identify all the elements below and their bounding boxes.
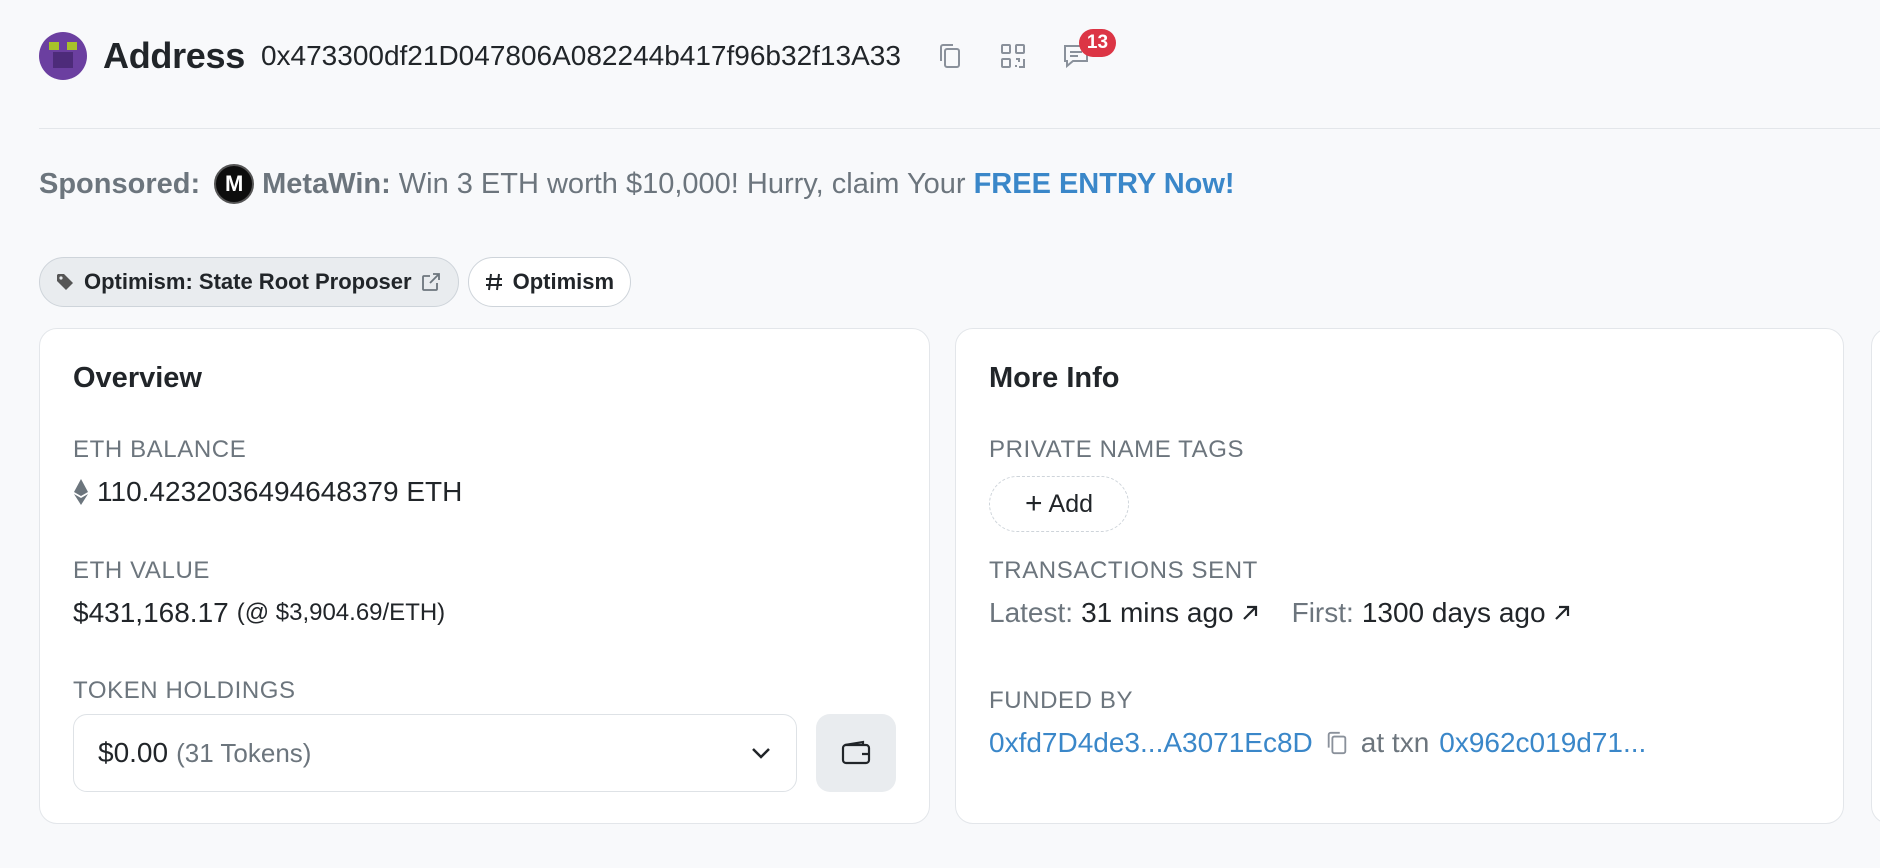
private-tags-label: PRIVATE NAME TAGS <box>989 436 1245 463</box>
sponsor-brand: MetaWin: <box>262 167 391 200</box>
eth-value-label: ETH VALUE <box>73 557 210 584</box>
page-title: Address <box>103 35 245 76</box>
qr-code-icon[interactable] <box>998 41 1028 71</box>
chevron-down-icon <box>750 746 772 760</box>
copy-icon[interactable] <box>935 41 965 71</box>
eth-balance-label: ETH BALANCE <box>73 436 247 463</box>
token-value: $0.00 <box>98 737 169 768</box>
copy-icon[interactable] <box>1325 730 1349 756</box>
tag-optimism[interactable]: Optimism <box>467 257 632 307</box>
token-count: (31 Tokens) <box>176 737 312 768</box>
add-private-tag-button[interactable]: + Add <box>989 476 1129 532</box>
latest-label: Latest: <box>989 597 1074 628</box>
partial-card <box>1871 328 1880 824</box>
tag-icon <box>56 273 74 291</box>
arrow-up-right-icon[interactable] <box>1552 603 1572 623</box>
funded-by-address-link[interactable]: 0xfd7D4de3...A3071Ec8D <box>989 727 1313 759</box>
wallet-button[interactable] <box>816 714 896 792</box>
more-info-card: More Info PRIVATE NAME TAGS + Add TRANSA… <box>955 328 1844 824</box>
funded-txn-link[interactable]: 0x962c019d71... <box>1439 727 1646 759</box>
eth-value-row: $431,168.17 (@ $3,904.69/ETH) <box>73 597 445 629</box>
address-hash: 0x473300df21D047806A082244b417f96b32f13A… <box>260 40 901 71</box>
latest-value-link[interactable]: 31 mins ago <box>1081 597 1234 629</box>
comment-icon[interactable]: 13 <box>1061 29 1117 71</box>
tag-state-root-proposer[interactable]: Optimism: State Root Proposer <box>39 257 459 307</box>
token-holdings-dropdown[interactable]: $0.00 (31 Tokens) <box>73 714 797 792</box>
eth-value: $431,168.17 <box>73 597 229 628</box>
token-holdings-label: TOKEN HOLDINGS <box>73 677 296 704</box>
first-label: First: <box>1291 597 1354 628</box>
address-tags: Optimism: State Root Proposer Optimism <box>39 257 640 307</box>
address-page: Address 0x473300df21D047806A082244b417f9… <box>0 0 1880 868</box>
first-value-link[interactable]: 1300 days ago <box>1362 597 1546 629</box>
hash-icon <box>485 272 503 292</box>
tx-sent-row: Latest: 31 mins ago First: 1300 days ago <box>989 597 1572 629</box>
sponsor-text: Win 3 ETH worth $10,000! Hurry, claim Yo… <box>398 167 966 200</box>
overview-title: Overview <box>73 362 202 394</box>
tag-label: Optimism <box>512 269 615 294</box>
funded-by-label: FUNDED BY <box>989 687 1134 714</box>
overview-card: Overview ETH BALANCE 110.423203649464837… <box>39 328 930 824</box>
sponsored-banner: Sponsored: M MetaWin: Win 3 ETH worth $1… <box>39 164 1235 204</box>
external-link-icon <box>420 271 442 293</box>
eth-balance: 110.4232036494648379 ETH <box>97 476 463 507</box>
plus-icon: + <box>1024 487 1043 520</box>
sponsor-cta-link[interactable]: FREE ENTRY Now! <box>974 168 1235 201</box>
add-label: Add <box>1048 489 1093 518</box>
at-txn-label: at txn <box>1360 727 1430 758</box>
ethereum-icon <box>73 478 89 506</box>
address-header: Address 0x473300df21D047806A082244b417f9… <box>39 28 1124 84</box>
wallet-icon <box>841 740 871 765</box>
eth-balance-value: 110.4232036494648379 ETH <box>73 476 462 508</box>
sponsored-label: Sponsored: <box>39 167 201 200</box>
avatar <box>39 32 87 80</box>
comment-count-badge: 13 <box>1078 29 1117 57</box>
header-divider <box>39 128 1880 129</box>
funded-by-row: 0xfd7D4de3...A3071Ec8D at txn 0x962c019d… <box>989 727 1646 759</box>
eth-price: (@ $3,904.69/ETH) <box>236 599 446 626</box>
more-info-title: More Info <box>989 362 1120 394</box>
metawin-logo: M <box>214 164 255 204</box>
arrow-up-right-icon[interactable] <box>1240 603 1260 623</box>
tx-sent-label: TRANSACTIONS SENT <box>989 557 1258 584</box>
tag-label: Optimism: State Root Proposer <box>84 269 412 294</box>
